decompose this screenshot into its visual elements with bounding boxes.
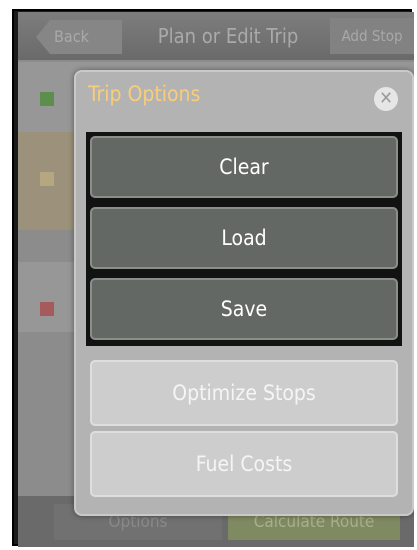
back-button[interactable]: Back (36, 20, 122, 54)
optimize-stops-button[interactable]: Optimize Stops (90, 360, 398, 426)
flag-icon (40, 172, 54, 186)
add-stop-button[interactable]: Add Stop (330, 18, 414, 54)
close-icon[interactable]: ✕ (374, 87, 398, 111)
dialog-title: Trip Options (88, 82, 201, 106)
load-button[interactable]: Load (90, 207, 398, 269)
fuel-costs-button[interactable]: Fuel Costs (90, 431, 398, 497)
trip-options-dialog: Trip Options ✕ Clear Load Save Optimize … (74, 70, 414, 516)
start-flag-icon (40, 92, 54, 106)
top-bar: Back Plan or Edit Trip Add Stop (18, 12, 414, 60)
file-actions-group: Clear Load Save (86, 132, 402, 346)
clear-button[interactable]: Clear (90, 136, 398, 198)
end-flag-icon (40, 302, 54, 316)
save-button[interactable]: Save (90, 278, 398, 340)
app-screen: Back Plan or Edit Trip Add Stop Options … (18, 12, 414, 547)
page-title: Plan or Edit Trip (157, 24, 299, 48)
